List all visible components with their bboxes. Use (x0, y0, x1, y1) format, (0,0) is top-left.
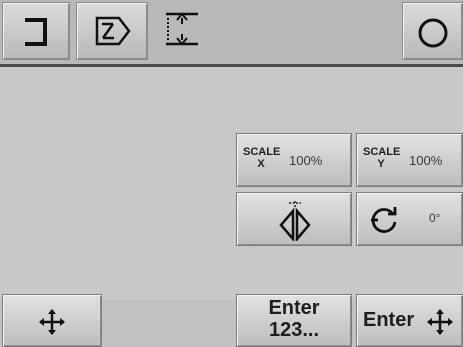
rotate-icon (371, 207, 397, 233)
mirror-button[interactable] (236, 192, 352, 246)
move-button[interactable] (2, 294, 102, 347)
page-arrow-icon (95, 16, 131, 46)
enter-numeric-line1: Enter (268, 297, 320, 319)
scale-y-axis: Y (377, 158, 385, 170)
enter-numeric-line2: 123... (268, 319, 320, 341)
circle-icon (418, 18, 448, 48)
bracket-icon (25, 18, 47, 46)
scale-x-value: 100% (289, 153, 323, 168)
enter-move-button[interactable]: Enter (356, 294, 463, 347)
rotate-value: 0° (429, 211, 441, 225)
top-toolbar (0, 0, 463, 67)
bracket-button[interactable] (2, 2, 70, 60)
scale-y-value: 100% (409, 153, 443, 168)
dimension-area[interactable] (152, 2, 402, 60)
scale-y-title: SCALE (363, 146, 401, 158)
page-arrow-button[interactable] (76, 2, 148, 60)
scale-x-title: SCALE (243, 146, 281, 158)
mirror-icon (279, 201, 311, 241)
rotate-button[interactable]: 0° (356, 192, 463, 246)
enter-numeric-button[interactable]: Enter 123... (236, 294, 352, 347)
move-arrows-icon (39, 309, 65, 335)
scale-y-button[interactable]: SCALE Y 100% (356, 133, 463, 187)
move-arrows-icon (427, 309, 453, 335)
vertical-dimension-icon (166, 12, 198, 46)
enter-move-label: Enter (363, 309, 415, 331)
scale-x-button[interactable]: SCALE X 100% (236, 133, 352, 187)
circle-button[interactable] (402, 2, 463, 60)
scale-x-axis: X (257, 158, 265, 170)
